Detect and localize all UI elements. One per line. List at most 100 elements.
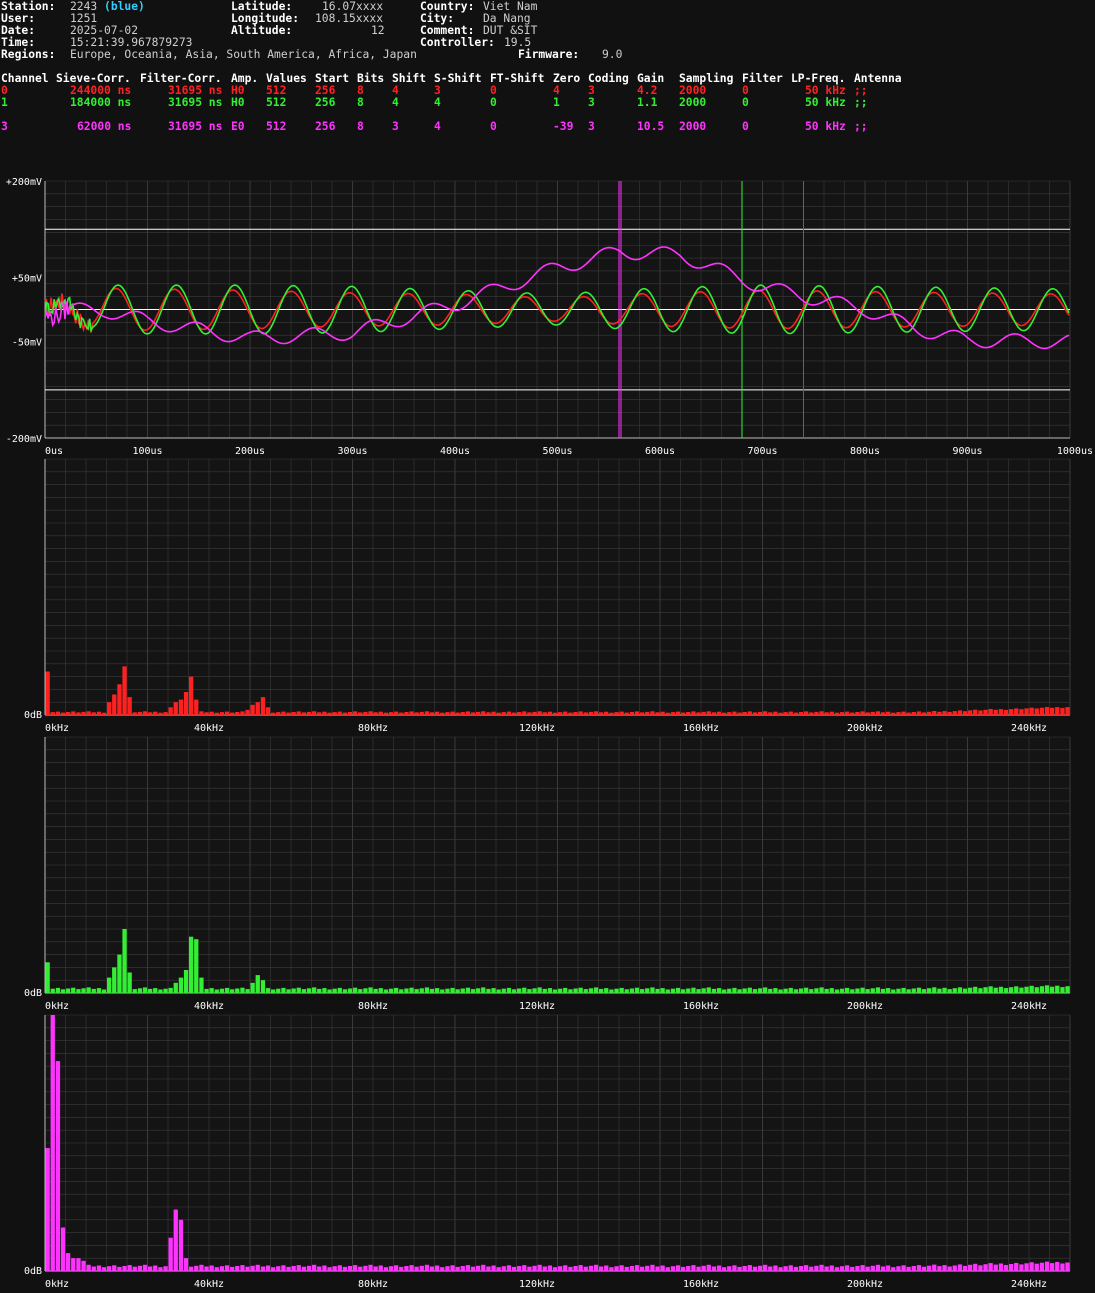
spectrum-bar: [301, 989, 307, 993]
spectrum-bar: [599, 712, 604, 715]
spectrum-bar: [855, 712, 860, 715]
spectrum-bar: [952, 711, 957, 715]
y-baseline-label: 0dB: [24, 1266, 42, 1277]
spectrum-bar: [127, 1265, 132, 1271]
spectrum-bar: [727, 988, 732, 993]
spectrum-bar: [834, 712, 840, 715]
spectrum-bar: [593, 711, 599, 715]
spectrum-bar: [952, 1265, 957, 1271]
spectrum-bar: [224, 711, 230, 715]
spectrum-bar: [76, 712, 81, 715]
spectrum-bar: [1044, 985, 1050, 993]
spectrum-bar: [993, 1264, 998, 1271]
spectrum-bar: [819, 1264, 824, 1271]
spectrum-bar: [891, 712, 896, 715]
spectrum-bar: [706, 711, 711, 715]
spectrum-bar: [896, 1266, 901, 1271]
spectrum-bar: [332, 988, 337, 993]
spectrum-bar: [988, 709, 993, 715]
spectrum-bar: [60, 1227, 66, 1271]
spectrum-bar: [901, 1265, 906, 1271]
spectrum-bar: [158, 989, 163, 993]
spectrum-bar: [604, 711, 609, 715]
x-tick-label: 200us: [235, 446, 265, 457]
spectrum-bar: [1055, 1262, 1060, 1271]
spectrum-bar: [573, 988, 578, 993]
spectrum-bar: [973, 986, 978, 993]
spectrum-bar: [655, 712, 660, 715]
x-tick-label: 120kHz: [519, 1279, 555, 1290]
spectrum-bar: [117, 954, 122, 993]
spectrum-bar: [875, 987, 881, 993]
x-tick-label: 80kHz: [358, 1279, 388, 1290]
spectrum-bar: [552, 989, 558, 993]
spectrum-bar: [281, 987, 286, 993]
spectrum-bar: [537, 1264, 542, 1271]
spectrum-bar: [117, 684, 122, 715]
spectrum-bar: [552, 712, 558, 715]
spectrum-bar: [583, 989, 588, 993]
spectrum-bar: [435, 1265, 440, 1271]
spectrum-bar: [137, 711, 143, 715]
spectrum-bar: [619, 1265, 624, 1271]
spectrum-bar: [537, 711, 542, 715]
spectrum-bar: [568, 1266, 573, 1271]
spectrum-bar: [588, 988, 594, 993]
spectrum-bar: [886, 1265, 891, 1271]
spectrum-bar: [1029, 1262, 1034, 1271]
spectrum-bar: [768, 712, 773, 715]
spectrum-bar: [865, 1266, 870, 1271]
spectrum-bar: [481, 711, 486, 715]
spectrum-bar: [875, 1264, 881, 1271]
spectrum-bar: [506, 1265, 512, 1271]
spectrum-bar: [158, 712, 163, 715]
spectrum-bar: [850, 1266, 855, 1271]
x-tick-label: 80kHz: [358, 723, 388, 734]
spectrum-bar: [737, 712, 742, 715]
spectrum-bar: [209, 988, 214, 993]
spectrum-bar: [532, 988, 537, 993]
spectrum-bar: [445, 988, 450, 993]
spectrum-bar: [506, 987, 512, 993]
spectrum-bar: [839, 988, 845, 993]
spectrum-bar: [45, 671, 50, 715]
spectrum-bar: [552, 1267, 558, 1271]
spectrum-bar: [691, 711, 696, 715]
spectrum-bar: [71, 1258, 76, 1271]
spectrum-bar: [122, 929, 127, 993]
spectrum-bar: [686, 1266, 691, 1271]
spectrum-bar: [527, 989, 532, 993]
spectrum-bar: [901, 987, 906, 993]
spectrum-bar: [265, 707, 271, 715]
spectrum-bar: [947, 989, 952, 993]
spectrum-bar: [394, 987, 399, 993]
spectrum-bar: [629, 1266, 635, 1271]
spectrum-bar: [701, 988, 706, 993]
spectrum-bar: [50, 988, 55, 993]
spectrum-bar: [419, 711, 424, 715]
spectrum-bar: [219, 712, 225, 715]
spectrum-bar: [81, 711, 86, 715]
spectrum-bar: [317, 712, 322, 715]
spectrum-bar: [978, 710, 983, 715]
x-tick-label: 0us: [45, 446, 63, 457]
spectrum-bar: [127, 697, 132, 715]
spectrum-bar: [824, 988, 829, 993]
spectrum-bar: [419, 988, 424, 993]
spectrum-bar: [224, 1265, 230, 1271]
spectrum-bar: [788, 987, 793, 993]
spectrum-bar: [614, 1266, 619, 1271]
spectrum-bar: [245, 989, 250, 993]
spectrum-bar: [363, 988, 368, 993]
spectrum-bar: [988, 986, 993, 993]
spectrum-bar: [588, 1265, 594, 1271]
spectrum-bar: [706, 1264, 711, 1271]
spectrum-bar: [829, 711, 834, 715]
spectrum-bar: [189, 676, 194, 715]
spectrum-bar: [640, 712, 645, 715]
spectrum-bar: [845, 987, 850, 993]
spectrum-bar: [368, 711, 373, 715]
spectrum-bar: [778, 712, 783, 715]
spectrum-bar: [860, 987, 865, 993]
spectrum-bar: [1065, 986, 1070, 993]
